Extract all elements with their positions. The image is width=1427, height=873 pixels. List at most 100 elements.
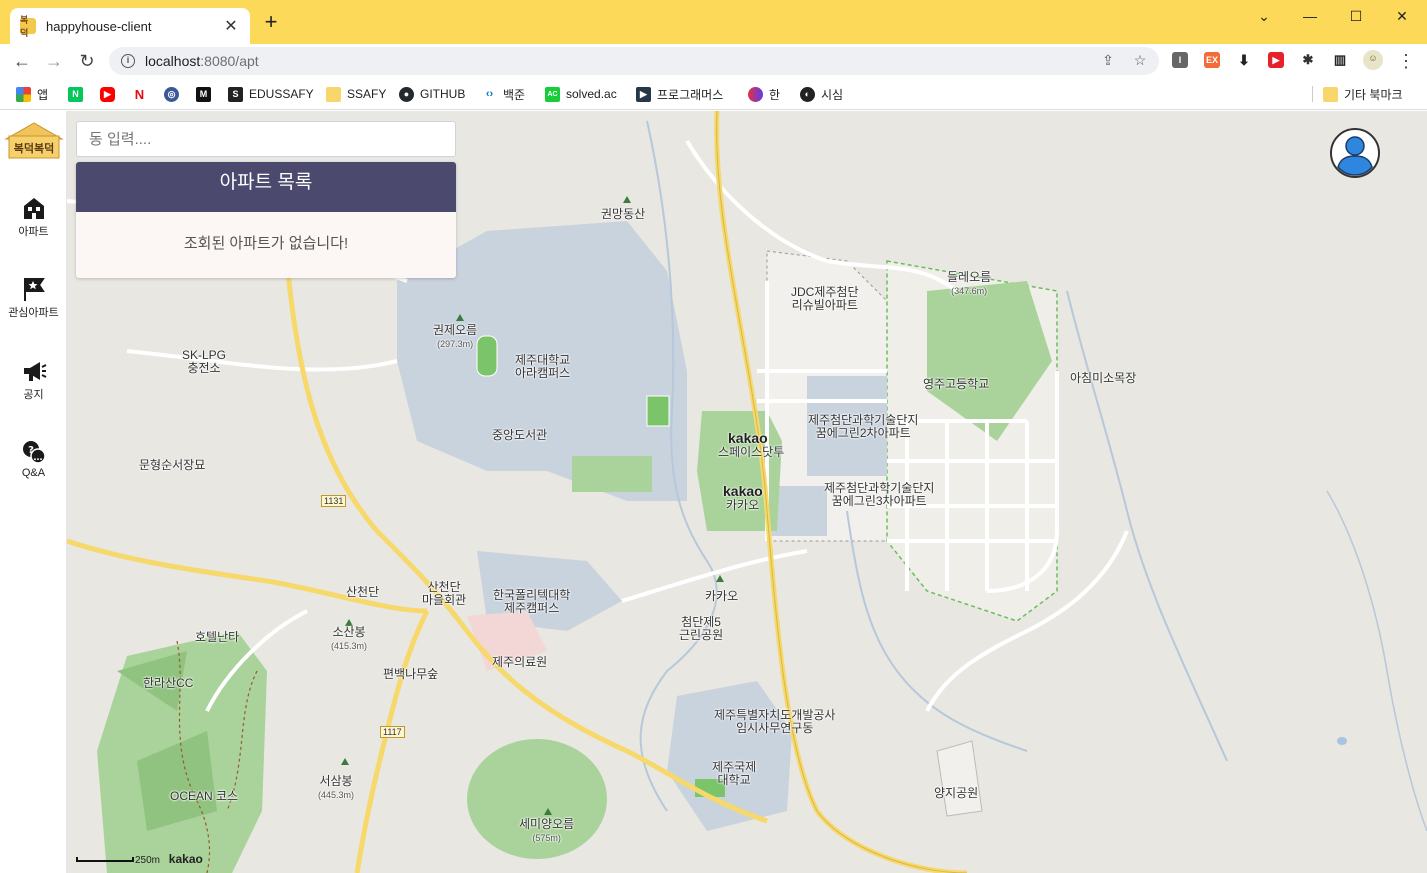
tab-close-icon[interactable]: ✕: [222, 16, 240, 36]
map-label: 첨단제5 근린공원: [679, 616, 723, 642]
bookmark-edussafy[interactable]: S EDUSSAFY: [228, 86, 314, 102]
logo-house-icon[interactable]: 복덕복덕: [4, 121, 64, 159]
map-label-line: 첨단제5: [681, 615, 721, 629]
new-tab-button[interactable]: +: [260, 11, 282, 34]
app-root: 복덕복덕 아파트 관심아파트 공지 ? … Q&A 권망동산 들레오름 (347…: [0, 111, 1427, 873]
user-avatar-icon[interactable]: [1329, 127, 1381, 179]
kakao-logo-mark: kakao: [728, 430, 768, 446]
extension-icon[interactable]: I: [1172, 52, 1188, 68]
map-label-name: 세미양오름: [519, 817, 575, 831]
sidebar-item-favorites[interactable]: 관심아파트: [0, 276, 67, 320]
bookmark-sisim[interactable]: ◐ 시심: [800, 86, 843, 102]
apartment-empty-message: 조회된 아파트가 없습니다!: [76, 212, 456, 278]
map-label-line: 산천단: [427, 580, 461, 594]
sports-field: [476, 335, 498, 377]
map-label: 편백나무숲: [383, 667, 439, 681]
megaphone-icon: [23, 362, 46, 381]
bookmark-programmers[interactable]: ▶ 프로그래머스: [636, 86, 723, 102]
map-label: 한라산CC: [143, 676, 194, 690]
map-label: 제주특별자치도개발공사 임시사무연구동: [714, 709, 835, 735]
other-bookmarks-label: 기타 북마크: [1344, 87, 1403, 102]
bookmark-youtube[interactable]: ▶: [100, 86, 121, 102]
map-label: 제주의료원: [492, 655, 548, 669]
map-label: 문형순서장묘: [139, 458, 206, 472]
profile-avatar-icon[interactable]: ☺: [1363, 50, 1383, 70]
sidebar-item-apartment[interactable]: 아파트: [0, 195, 67, 239]
sisim-icon: ◐: [800, 86, 815, 102]
bookmark-han[interactable]: 한: [748, 86, 780, 102]
tab-favicon-icon: 복덕: [20, 15, 36, 38]
map-label: 호텔난타: [195, 630, 240, 644]
share-icon[interactable]: ⇪: [1099, 51, 1117, 69]
map-label: 제주국제 대학교: [712, 761, 756, 787]
chrome-menu-button[interactable]: ⋮: [1394, 49, 1418, 73]
map-label: JDC제주첨단 리슈빌아파트: [791, 286, 859, 312]
sidebar-item-notice[interactable]: 공지: [0, 358, 67, 402]
back-button[interactable]: ←: [10, 49, 34, 73]
map-label: 아침미소목장: [1070, 371, 1137, 385]
programmers-icon: ▶: [636, 86, 651, 102]
map-label: 영주고등학교: [923, 377, 990, 391]
map-label-line: 임시사무연구동: [736, 721, 814, 735]
globe-icon: ◎: [164, 86, 179, 102]
map-label: 제주대학교 아라캠퍼스: [515, 354, 570, 380]
bookmark-apps[interactable]: 앱: [16, 86, 48, 102]
bookmark-solvedac[interactable]: AC solved.ac: [545, 86, 617, 102]
qna-icon: ? …: [22, 441, 46, 464]
address-bar[interactable]: i localhost:8080/apt: [109, 47, 1159, 75]
github-icon: ●: [399, 86, 414, 102]
bookmark-label: GITHUB: [420, 87, 466, 101]
map-label-elevation: (445.3m): [318, 790, 355, 800]
url-path: :8080/apt: [200, 53, 259, 69]
tab-search-button[interactable]: ⌄: [1241, 4, 1287, 28]
download-extension-icon[interactable]: ⬇: [1236, 52, 1252, 68]
bookmark-naver[interactable]: N: [68, 86, 89, 102]
close-window-button[interactable]: ✕: [1379, 4, 1425, 28]
minimize-button[interactable]: —: [1287, 4, 1333, 28]
map-label: 세미양오름 (575m): [519, 818, 574, 845]
youtube-icon: ▶: [100, 86, 115, 102]
map-label: 양지공원: [934, 786, 979, 800]
puzzle-extensions-icon[interactable]: ✱: [1300, 52, 1316, 68]
other-bookmarks[interactable]: 기타 북마크: [1312, 86, 1403, 102]
map-label: 산천단 마을회관: [422, 581, 466, 607]
map-label: SK-LPG 충전소: [182, 349, 226, 375]
edussafy-icon: S: [228, 86, 243, 102]
bookmark-label: EDUSSAFY: [249, 87, 314, 101]
bookmark-label: 프로그래머스: [657, 87, 724, 102]
dong-search-input[interactable]: [77, 122, 455, 156]
bookmark-m[interactable]: M: [196, 86, 217, 102]
map-label-line: 제주첨단과학기술단지: [824, 481, 935, 495]
map-label: 카카오: [726, 498, 760, 512]
forward-button[interactable]: →: [42, 49, 66, 73]
browser-tab[interactable]: 복덕 happyhouse-client ✕: [10, 8, 250, 44]
map-label: 제주첨단과학기술단지 꿈에그린3차아파트: [824, 482, 934, 508]
pond: [1337, 737, 1347, 745]
extension-icon[interactable]: ▶: [1268, 52, 1284, 68]
solvedac-icon: AC: [545, 86, 560, 102]
side-panel-icon[interactable]: ▥: [1332, 52, 1348, 68]
site-info-icon[interactable]: i: [121, 54, 135, 68]
bookmark-baekjoon[interactable]: ‹› 백준: [482, 86, 525, 102]
map-label: 권망동산: [601, 207, 646, 221]
map-label-line: 제주첨단과학기술단지: [808, 413, 919, 427]
sidebar: 복덕복덕 아파트 관심아파트 공지 ? … Q&A: [0, 111, 67, 873]
bookmark-github[interactable]: ● GITHUB: [399, 86, 465, 102]
dong-search-box[interactable]: [76, 121, 456, 157]
maximize-button[interactable]: ☐: [1333, 4, 1379, 28]
tab-title: happyhouse-client: [46, 18, 152, 34]
bookmark-ssafy[interactable]: SSAFY: [326, 86, 386, 102]
bookmark-label: 한: [769, 87, 781, 102]
extension-icon[interactable]: EX: [1204, 52, 1220, 68]
bookmark-site[interactable]: ◎: [164, 86, 185, 102]
map-label: 카카오: [705, 589, 739, 603]
bookmark-star-icon[interactable]: ☆: [1131, 51, 1149, 69]
sidebar-item-qna[interactable]: ? … Q&A: [0, 439, 67, 479]
m-logo-icon: M: [196, 86, 211, 102]
bookmark-netflix[interactable]: N: [132, 86, 153, 102]
reload-button[interactable]: ↻: [75, 49, 99, 73]
map-label-elevation: (415.3m): [331, 641, 368, 651]
bookmark-label: solved.ac: [566, 87, 617, 101]
map-label-name: 들레오름: [947, 270, 992, 284]
map-label-name: 권제오름: [433, 323, 478, 337]
